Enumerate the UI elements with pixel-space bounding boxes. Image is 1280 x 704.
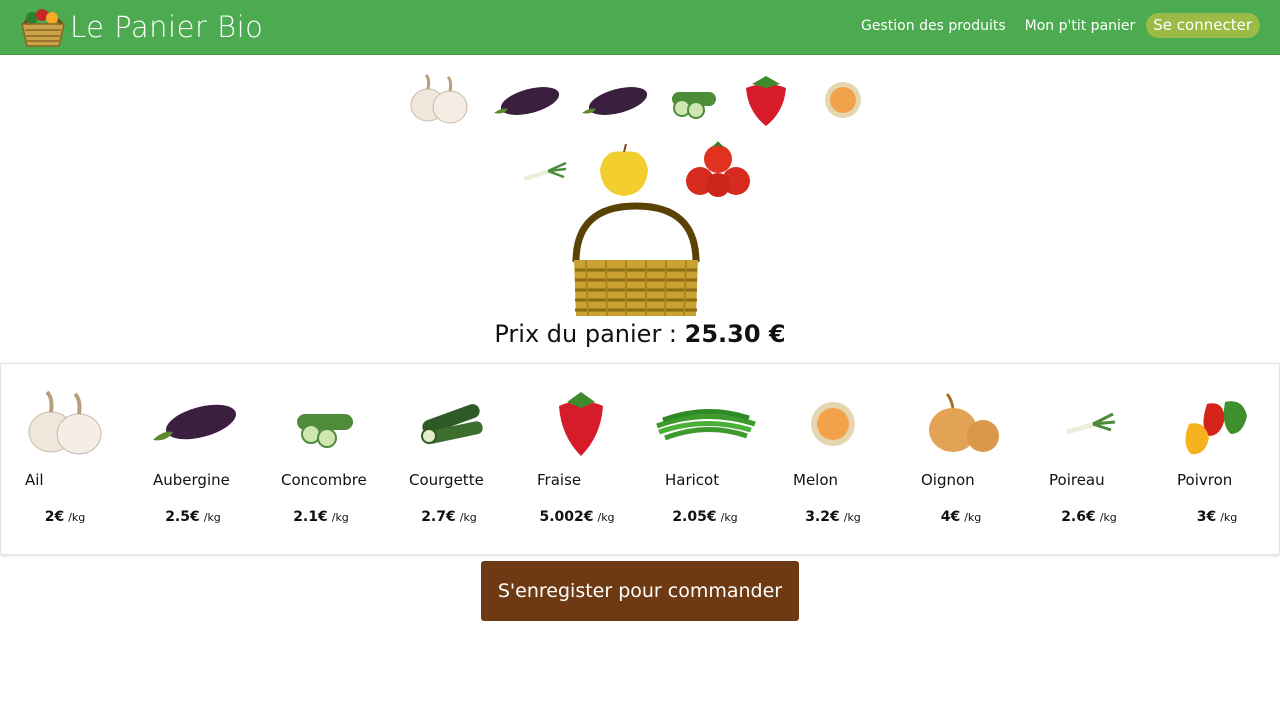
product-name: Oignon — [921, 471, 975, 489]
basket-item-melon-icon[interactable] — [808, 72, 878, 128]
product-name: Courgette — [409, 471, 484, 489]
product-card[interactable]: Ail 2€/kg — [1, 364, 129, 554]
product-price: 4€/kg — [940, 509, 982, 525]
navbar: Le Panier Bio Gestion des produits Mon p… — [0, 0, 1280, 55]
product-name: Concombre — [281, 471, 367, 489]
product-card[interactable]: Aubergine 2.5€/kg — [129, 364, 257, 554]
basket-item-leek-icon[interactable] — [520, 157, 570, 187]
basket-price-value: 25.30 € — [684, 320, 786, 348]
product-name: Fraise — [537, 471, 582, 489]
product-price: 5.002€/kg — [539, 509, 615, 525]
product-card[interactable]: Courgette 2.7€/kg — [385, 364, 513, 554]
product-price: 3.2€/kg — [805, 509, 861, 525]
product-price: 2€/kg — [44, 509, 86, 525]
basket-item-tomato-icon[interactable] — [678, 141, 760, 203]
product-name: Melon — [793, 471, 839, 489]
product-price: 2.7€/kg — [421, 509, 477, 525]
garlic-icon — [28, 390, 102, 455]
product-price: 2.5€/kg — [165, 509, 221, 525]
basket-price-label: Prix du panier : — [494, 320, 685, 348]
onion-icon — [929, 392, 999, 452]
product-name: Haricot — [665, 471, 720, 489]
product-name: Poivron — [1177, 471, 1233, 489]
strawberry-icon — [559, 392, 603, 456]
product-card[interactable]: Poireau 2.6€/kg — [1025, 364, 1153, 554]
product-card[interactable]: Poivron 3€/kg — [1153, 364, 1280, 554]
brand-name: Le Panier Bio — [70, 10, 264, 44]
basket-price: Prix du panier : 25.30 € — [0, 320, 1280, 348]
product-name: Ail — [25, 471, 44, 489]
pepper-icon — [1185, 401, 1247, 455]
basket-item-eggplant-icon[interactable] — [576, 75, 652, 125]
product-catalog: Ail 2€/kg Aubergine 2.5€/kg Concombre 2.… — [0, 363, 1280, 555]
eggplant-icon — [153, 404, 236, 441]
brand[interactable]: Le Panier Bio — [18, 3, 263, 51]
nav-cart-link[interactable]: Mon p'tit panier — [1025, 18, 1136, 34]
basket-item-garlic-icon[interactable] — [402, 71, 476, 129]
basket-items-row-1 — [0, 70, 1280, 130]
product-price: 2.1€/kg — [293, 509, 349, 525]
register-to-order-button[interactable]: S'enregister pour commander — [481, 561, 799, 621]
product-name: Aubergine — [153, 471, 230, 489]
basket-item-cucumber-icon[interactable] — [664, 78, 724, 122]
leek-icon — [1066, 412, 1116, 435]
basket-icon — [572, 202, 700, 317]
melon-icon — [811, 402, 855, 446]
basket-item-eggplant-icon[interactable] — [488, 75, 564, 125]
product-price: 2.05€/kg — [672, 509, 738, 525]
nav-links: Gestion des produits Mon p'tit panier Se… — [842, 13, 1260, 38]
green-beans-icon — [656, 409, 756, 441]
product-card[interactable]: Oignon 4€/kg — [897, 364, 1025, 554]
basket-item-apple-icon[interactable] — [582, 142, 666, 202]
zucchini-icon — [421, 404, 483, 444]
cucumber-icon — [297, 414, 353, 448]
product-card[interactable]: Concombre 2.1€/kg — [257, 364, 385, 554]
basket-item-strawberry-icon[interactable] — [736, 72, 796, 128]
product-card[interactable]: Melon 3.2€/kg — [769, 364, 897, 554]
nav-products-link[interactable]: Gestion des produits — [861, 18, 1006, 34]
basket-items-row-2 — [0, 140, 1280, 204]
product-price: 2.6€/kg — [1061, 509, 1117, 525]
product-name: Poireau — [1049, 471, 1105, 489]
product-card[interactable]: Fraise 5.002€/kg — [513, 364, 641, 554]
product-card[interactable]: Haricot 2.05€/kg — [641, 364, 769, 554]
product-price: 3€/kg — [1196, 509, 1238, 525]
login-button[interactable]: Se connecter — [1146, 13, 1260, 38]
basket-logo-icon — [21, 9, 65, 47]
